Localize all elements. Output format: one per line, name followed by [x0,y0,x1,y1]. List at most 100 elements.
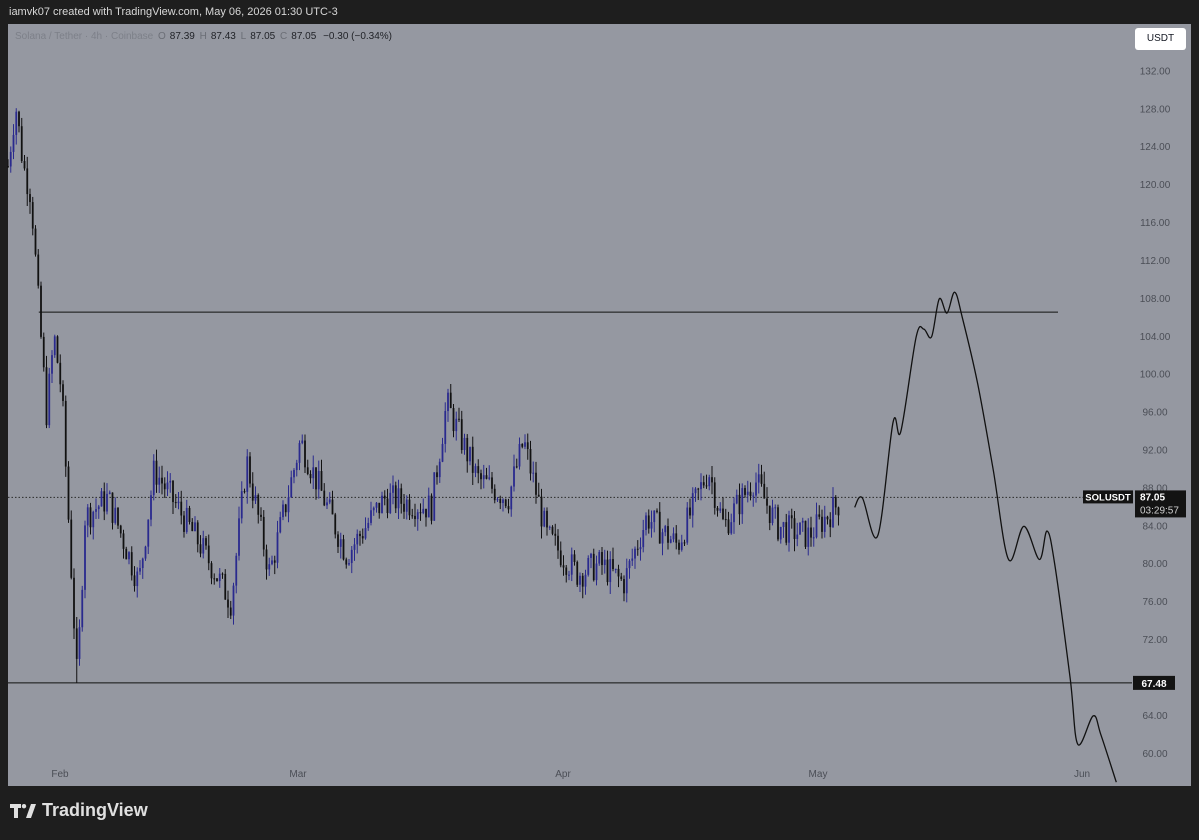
candle-body [524,442,526,447]
candle-body [405,499,408,512]
candle-body [601,552,603,566]
candle-body [557,535,559,551]
candle-body [678,542,680,550]
candle-body [686,507,689,543]
candle-body [793,518,796,540]
candle-body [603,559,606,566]
candle-body [590,553,592,558]
candle-body [320,471,323,491]
candle-body [210,563,213,579]
candle-body [812,537,815,539]
candle-body [414,515,416,520]
candle-body [353,544,356,550]
candle-body [548,526,551,528]
candle-body [345,559,348,565]
candle-body [576,561,579,585]
candle-body [216,578,218,582]
candle-body [460,419,463,451]
candle-body [664,526,667,533]
candle-body [482,475,485,480]
candle-body [125,548,128,560]
candle-body [139,568,141,572]
candle-body [650,522,653,529]
candle-body [447,392,449,412]
candle-body [818,514,821,517]
bar-countdown: 03:29:57 [1140,505,1179,516]
candle-body [496,499,499,501]
candle-body [84,525,86,590]
candle-body [403,503,405,512]
candle-body [612,559,614,570]
candle-body [400,488,403,504]
candle-body [108,492,111,494]
candle-body [227,599,229,608]
candle-body [474,466,477,473]
candle-body [532,472,535,474]
y-tick-label: 84.00 [1142,521,1167,532]
candle-body [636,548,639,550]
candle-body [705,485,708,487]
candle-body [144,546,147,559]
candle-body [543,510,546,527]
candle-body [433,472,436,521]
candle-body [788,515,790,543]
candle-body [570,554,573,575]
candle-body [202,538,205,554]
candle-body [177,501,180,504]
candle-body [150,495,152,520]
candle-body [70,519,73,578]
candle-body [185,507,188,532]
candle-body [20,126,23,162]
candle-body [485,475,488,479]
candle-body [117,507,119,526]
candle-body [59,362,62,385]
candle-body [367,522,370,529]
candle-body [680,542,683,550]
ohlc-open: 87.39 [169,31,195,42]
candle-body [713,482,716,508]
candle-body [510,486,513,510]
currency-button[interactable]: USDT [1135,28,1186,50]
candle-body [249,456,251,484]
candle-body [34,228,37,255]
candle-body [331,499,334,515]
candle-body [42,336,45,368]
candle-body [106,493,108,512]
candle-body [152,460,155,496]
candle-body [251,483,254,501]
projected-path[interactable] [854,291,1117,783]
candle-body [342,539,345,560]
candle-body [89,507,92,528]
candle-body [749,491,752,497]
candle-body [757,474,760,483]
candle-body [738,494,741,515]
candle-body [188,507,191,522]
candle-body [53,336,56,356]
candle-body [436,472,438,478]
candle-body [766,498,768,506]
candle-body [273,560,276,563]
candle-body [317,471,320,490]
candle-body [103,491,106,512]
tradingview-logo: TradingView [10,800,148,821]
footer-brand: TradingView [42,800,148,820]
price-chart[interactable]: 132.00 128.00 124.00 120.00 116.00 112.00 108.… [0,0,1199,840]
candle-body [183,515,185,532]
candle-body [416,512,419,520]
ohlc-low: 87.05 [250,31,276,42]
candle-body [166,482,169,490]
candle-body [771,507,774,523]
candle-body [810,527,812,538]
candle-body [540,496,543,527]
candle-body [702,482,705,486]
candle-body [661,532,664,544]
candle-body [161,477,163,484]
symbol-badge-text: SOLUSDT [1085,492,1131,503]
candle-body [691,493,694,516]
candle-body [458,418,460,420]
candle-body [463,437,466,451]
candle-body [546,510,548,528]
y-tick-label: 104.00 [1140,332,1171,343]
candle-body [779,526,782,540]
y-tick-label: 124.00 [1140,142,1171,153]
